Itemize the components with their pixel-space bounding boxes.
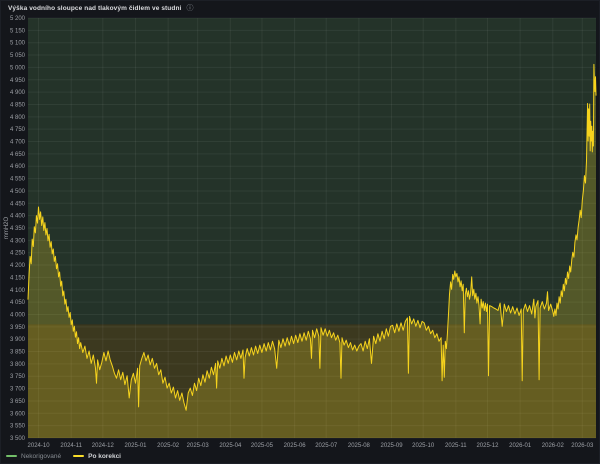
x-axis-labels: 2024-10 2024-11 2024-12 2025-01 2025-02 2025-… [28, 443, 594, 449]
y-tick-label: 4 700 [10, 140, 26, 146]
chart-legend: Nekorigované Po korekci [6, 450, 121, 462]
y-axis-labels: 3 500 3 550 3 600 3 650 3 700 3 750 3 800 3 850… [10, 16, 26, 442]
y-tick-label: 4 450 [10, 201, 26, 207]
y-tick-label: 4 150 [10, 275, 26, 281]
threshold-region-above [28, 18, 596, 324]
y-tick-label: 4 350 [10, 226, 26, 232]
x-tick-label: 2025-06 [284, 443, 307, 449]
y-tick-label: 3 700 [10, 387, 26, 393]
x-tick-label: 2025-12 [476, 443, 499, 449]
x-tick-label: 2025-04 [219, 443, 242, 449]
y-tick-label: 5 200 [10, 16, 26, 22]
y-tick-label: 4 600 [10, 164, 26, 170]
y-tick-label: 3 800 [10, 362, 26, 368]
y-tick-label: 4 050 [10, 300, 26, 306]
y-tick-label: 4 100 [10, 288, 26, 294]
y-tick-label: 3 550 [10, 424, 26, 430]
y-tick-label: 3 650 [10, 399, 26, 405]
y-tick-label: 4 750 [10, 127, 26, 133]
x-tick-label: 2024-12 [92, 443, 115, 449]
y-axis-unit-label: mmH2O [4, 217, 10, 240]
x-tick-label: 2025-03 [187, 443, 210, 449]
y-tick-label: 3 500 [10, 436, 26, 442]
y-tick-label: 3 850 [10, 350, 26, 356]
legend-item-po-korekci[interactable]: Po korekci [73, 453, 121, 460]
y-tick-label: 4 800 [10, 115, 26, 121]
x-tick-label: 2024-10 [28, 443, 51, 449]
legend-item-nekorigovane[interactable]: Nekorigované [6, 453, 61, 460]
x-tick-label: 2025-10 [412, 443, 435, 449]
y-tick-label: 3 600 [10, 411, 26, 417]
y-tick-label: 3 750 [10, 374, 26, 380]
x-tick-label: 2025-01 [124, 443, 147, 449]
x-tick-label: 2026-01 [509, 443, 532, 449]
y-tick-label: 4 950 [10, 78, 26, 84]
legend-label: Po korekci [88, 453, 121, 460]
x-tick-label: 2025-07 [315, 443, 338, 449]
x-tick-label: 2025-11 [445, 443, 467, 449]
y-tick-label: 3 900 [10, 337, 26, 343]
y-tick-label: 5 050 [10, 53, 26, 59]
y-tick-label: 4 500 [10, 189, 26, 195]
x-tick-label: 2025-05 [251, 443, 274, 449]
time-series-chart[interactable]: 3 500 3 550 3 600 3 650 3 700 3 750 3 800 3 850… [1, 1, 600, 453]
grafana-panel: Výška vodního sloupce nad tlakovým čidle… [0, 0, 600, 464]
y-tick-label: 4 900 [10, 90, 26, 96]
x-tick-label: 2026-02 [542, 443, 565, 449]
y-tick-label: 4 250 [10, 251, 26, 257]
y-tick-label: 3 950 [10, 325, 26, 331]
y-tick-label: 4 550 [10, 177, 26, 183]
legend-marker-green [6, 455, 17, 457]
y-tick-label: 4 200 [10, 263, 26, 269]
y-tick-label: 5 150 [10, 28, 26, 34]
legend-marker-yellow [73, 455, 84, 457]
y-tick-label: 4 850 [10, 102, 26, 108]
x-tick-label: 2024-11 [60, 443, 82, 449]
y-tick-label: 4 400 [10, 214, 26, 220]
y-tick-label: 4 000 [10, 312, 26, 318]
y-tick-label: 5 000 [10, 65, 26, 71]
y-tick-label: 4 650 [10, 152, 26, 158]
x-tick-label: 2026-03 [571, 443, 594, 449]
x-tick-label: 2025-08 [348, 443, 371, 449]
y-tick-label: 4 300 [10, 238, 26, 244]
y-tick-label: 5 100 [10, 41, 26, 47]
x-tick-label: 2025-02 [157, 443, 180, 449]
legend-label: Nekorigované [21, 453, 61, 460]
x-tick-label: 2025-09 [381, 443, 404, 449]
